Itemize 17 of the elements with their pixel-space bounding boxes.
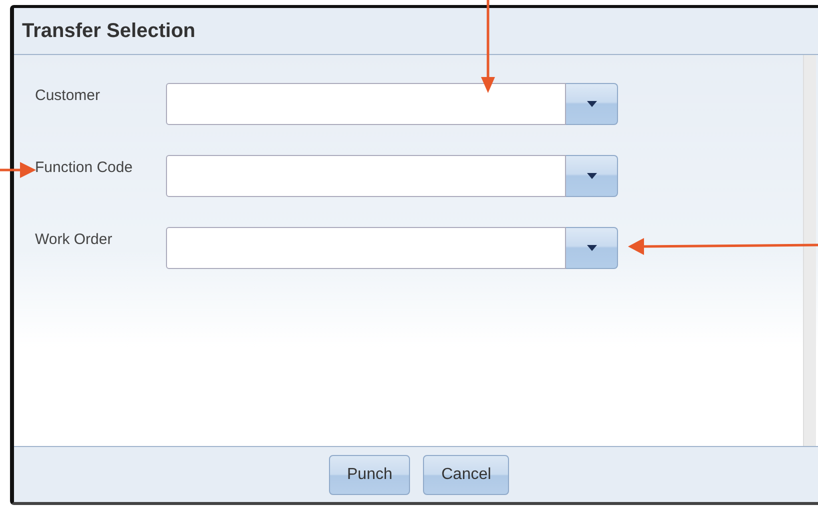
field-label: Function Code	[35, 158, 134, 176]
field-label: Customer	[35, 86, 102, 104]
dialog-button[interactable]: Cancel	[423, 454, 510, 494]
combo-input[interactable]	[166, 155, 566, 197]
dropdown-button[interactable]	[566, 155, 618, 197]
combo-input[interactable]	[166, 227, 566, 269]
dropdown-button[interactable]	[566, 227, 618, 269]
dropdown-button[interactable]	[566, 83, 618, 125]
caret-icon	[586, 245, 596, 251]
dialog-button[interactable]: Punch	[329, 454, 410, 494]
field-label: Work Order	[35, 230, 114, 248]
caret-icon	[586, 101, 596, 107]
window-title: Transfer Selection	[22, 20, 196, 42]
caret-icon	[586, 173, 596, 179]
annotation-arrow	[0, 162, 36, 178]
scrollbar[interactable]	[803, 55, 816, 446]
combo-input[interactable]	[166, 83, 566, 125]
